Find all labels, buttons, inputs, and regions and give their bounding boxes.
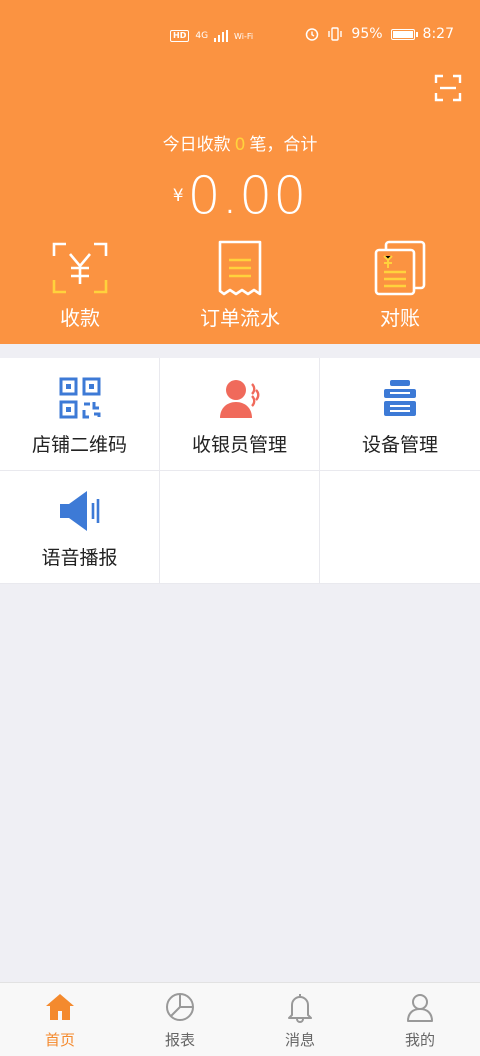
clock: 8:27: [422, 26, 454, 42]
quick-actions: 收款 订单流水 对账: [0, 238, 480, 338]
hd-badge: HD: [170, 30, 190, 42]
tab-messages[interactable]: 消息: [240, 983, 360, 1056]
tab-mine-label: 我的: [404, 1031, 435, 1049]
amount-value: 0.00: [187, 166, 308, 226]
feature-grid: 店铺二维码 收银员管理 设备管理 语音播报: [0, 358, 480, 584]
cashier-icon: [219, 380, 259, 418]
device-management-label: 设备管理: [361, 434, 438, 456]
wifi-icon: Wi-Fi: [234, 31, 254, 41]
signal-icon: 4G: [195, 31, 209, 41]
grid-empty-cell: [320, 471, 480, 584]
tab-reports[interactable]: 报表: [120, 983, 240, 1056]
voice-broadcast-button[interactable]: 语音播报: [0, 471, 160, 584]
pie-chart-icon: [166, 993, 194, 1021]
bell-icon: [288, 994, 312, 1023]
today-amount: ¥0.00: [0, 166, 480, 226]
qrcode-icon: [59, 377, 100, 419]
device-icon: [384, 380, 416, 416]
grid-row: 语音播报: [0, 471, 480, 584]
vibrate-icon: [328, 27, 343, 41]
cashier-management-label: 收银员管理: [191, 434, 287, 456]
quick-collect-label: 收款: [60, 306, 100, 330]
battery-icon: [390, 28, 418, 40]
tab-messages-label: 消息: [284, 1031, 315, 1049]
speaker-icon: [59, 491, 99, 531]
store-qrcode-label: 店铺二维码: [31, 434, 127, 456]
quick-orders-button[interactable]: 订单流水: [160, 238, 320, 338]
today-count: 0: [234, 135, 246, 155]
grid-empty-cell: [160, 471, 320, 584]
bottom-tab-bar: 首页 报表 消息 我的: [0, 982, 480, 1056]
signal-bars-icon: [214, 30, 229, 42]
receipt-icon: [218, 240, 262, 296]
quick-reconcile-label: 对账: [380, 306, 420, 330]
ledger-icon: [374, 240, 426, 296]
today-suffix: 笔，合计: [249, 135, 318, 155]
status-bar: HD 4G Wi-Fi 95% 8:27: [0, 0, 480, 72]
today-prefix: 今日收款: [162, 135, 231, 155]
user-icon: [407, 994, 433, 1022]
battery-percent: 95%: [351, 26, 383, 42]
tab-home[interactable]: 首页: [0, 983, 120, 1056]
quick-reconcile-button[interactable]: 对账: [320, 238, 480, 338]
quick-orders-label: 订单流水: [200, 306, 280, 330]
home-icon: [46, 994, 74, 1020]
device-management-button[interactable]: 设备管理: [320, 358, 480, 471]
header: HD 4G Wi-Fi 95% 8:27 今日收款 0 笔，合计 ¥0.00 收…: [0, 0, 480, 344]
network-indicators: HD 4G Wi-Fi: [170, 28, 253, 44]
cashier-management-button[interactable]: 收银员管理: [160, 358, 320, 471]
tab-mine[interactable]: 我的: [360, 983, 480, 1056]
quick-collect-button[interactable]: 收款: [0, 238, 160, 338]
currency-symbol: ¥: [172, 186, 184, 206]
today-summary: 今日收款 0 笔，合计: [0, 130, 480, 155]
alarm-icon: [306, 28, 319, 41]
tab-reports-label: 报表: [164, 1031, 195, 1049]
grid-row: 店铺二维码 收银员管理 设备管理: [0, 358, 480, 471]
yen-scan-icon: [52, 242, 108, 294]
store-qrcode-button[interactable]: 店铺二维码: [0, 358, 160, 471]
status-right: 95% 8:27: [305, 26, 454, 42]
voice-broadcast-label: 语音播报: [41, 547, 118, 569]
tab-home-label: 首页: [44, 1031, 75, 1049]
scan-icon[interactable]: [434, 74, 462, 102]
